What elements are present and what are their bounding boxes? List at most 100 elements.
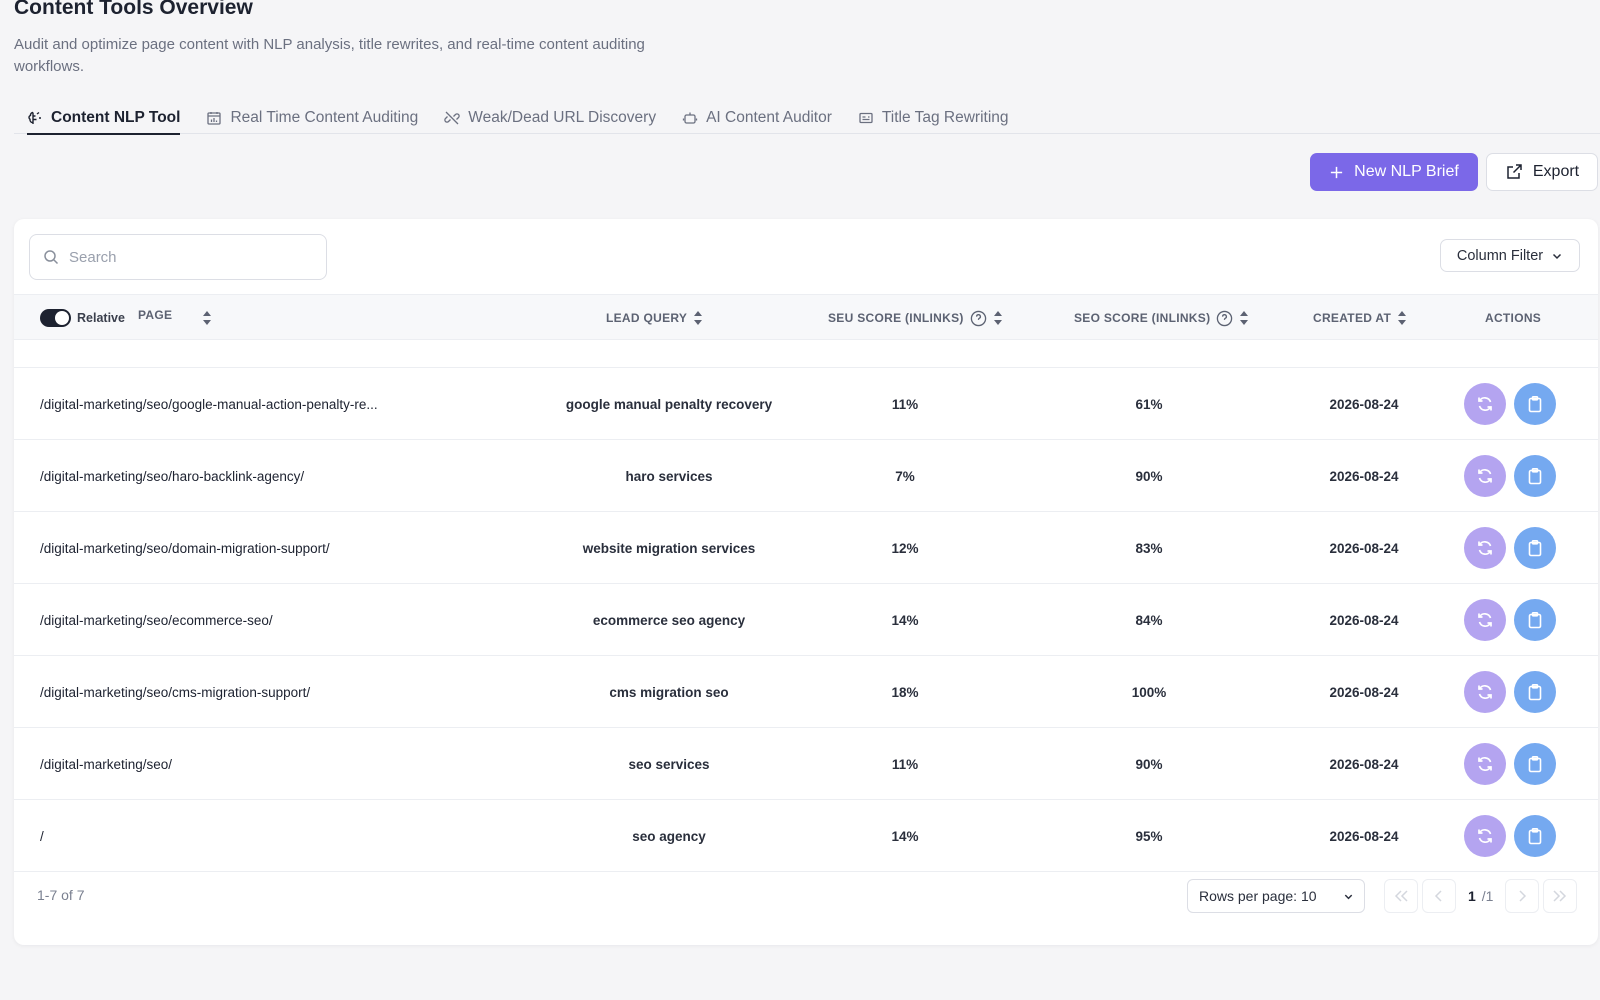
sort-icon[interactable]: [693, 310, 703, 326]
page-path-cell[interactable]: /: [40, 800, 430, 872]
tab-label: Content NLP Tool: [51, 109, 181, 126]
sort-icon[interactable]: [202, 310, 212, 326]
refresh-icon: [1478, 685, 1492, 699]
table-row: /digital-marketing/seo/domain-migration-…: [14, 512, 1598, 584]
refresh-button[interactable]: [1464, 455, 1506, 497]
search-input[interactable]: [69, 248, 299, 266]
page-subtitle: Audit and optimize page content with NLP…: [14, 36, 645, 75]
lead-query-cell: website migration services: [582, 540, 756, 556]
clipboard-icon: [1528, 683, 1542, 701]
previous-page-button[interactable]: [1422, 879, 1456, 913]
column-header-seo-score[interactable]: SEO SCORE (INLINKS): [1074, 295, 1249, 341]
tag-card-icon: [859, 112, 873, 124]
next-page-button[interactable]: [1505, 879, 1540, 913]
refresh-button[interactable]: [1464, 599, 1506, 641]
chevron-right-icon: [1519, 890, 1527, 902]
page-path-cell[interactable]: /digital-marketing/seo/ecommerce-seo/: [40, 584, 430, 656]
last-page-button[interactable]: [1543, 879, 1578, 913]
column-header-page-label: PAGE: [138, 308, 173, 322]
actions-cell: [1464, 512, 1564, 584]
clipboard-button[interactable]: [1514, 743, 1556, 785]
first-page-button[interactable]: [1384, 879, 1418, 913]
refresh-icon: [1478, 757, 1492, 771]
seo-score-cell: 61%: [1135, 396, 1163, 412]
actions-cell: [1464, 656, 1564, 728]
broken-link-icon: [444, 111, 460, 125]
clipboard-icon: [1528, 611, 1542, 629]
refresh-button[interactable]: [1464, 527, 1506, 569]
tab-real-time-content-auditing[interactable]: Real Time Content Auditing: [193, 96, 431, 134]
column-header-page[interactable]: PAGE: [138, 292, 172, 338]
sort-icon[interactable]: [993, 310, 1003, 326]
table-header: Relative PAGE LEAD QUERY SEU SCORE (INLI…: [14, 294, 1598, 340]
column-header-lead-query[interactable]: LEAD QUERY: [606, 295, 703, 341]
refresh-button[interactable]: [1464, 383, 1506, 425]
table-row: /digital-marketing/seo/cms-migration-sup…: [14, 656, 1598, 728]
page-path-cell[interactable]: /digital-marketing/seo/: [40, 728, 430, 800]
created-at-cell: 2026-08-24: [1329, 396, 1399, 412]
clipboard-icon: [1528, 755, 1542, 773]
refresh-button[interactable]: [1464, 671, 1506, 713]
chevron-down-icon: [1344, 894, 1353, 899]
clipboard-button[interactable]: [1514, 599, 1556, 641]
clipboard-button[interactable]: [1514, 455, 1556, 497]
double-chevron-left-icon: [1394, 890, 1408, 902]
page-path-cell[interactable]: /digital-marketing/seo/cms-migration-sup…: [40, 656, 430, 728]
rows-per-page-select[interactable]: Rows per page: 10: [1187, 879, 1365, 913]
tab-label: Real Time Content Auditing: [230, 109, 419, 126]
tab-content-nlp-tool[interactable]: Content NLP Tool: [14, 96, 193, 135]
lead-query-cell: google manual penalty recovery: [565, 396, 773, 412]
refresh-icon: [1478, 829, 1492, 843]
relative-toggle[interactable]: [40, 309, 71, 327]
created-at-cell: 2026-08-24: [1329, 468, 1399, 484]
lead-query-cell: seo services: [628, 756, 710, 772]
clipboard-button[interactable]: [1514, 527, 1556, 569]
pagination: 1 /1: [1384, 879, 1578, 913]
actions-cell: [1464, 800, 1564, 872]
robot-icon: [682, 112, 698, 124]
refresh-icon: [1478, 469, 1492, 483]
search-box[interactable]: [29, 234, 327, 280]
help-circle-icon[interactable]: [1216, 310, 1233, 327]
total-pages: /1: [1481, 888, 1494, 904]
column-header-seu-score[interactable]: SEU SCORE (INLINKS): [828, 295, 1003, 341]
tab-title-tag-rewriting[interactable]: Title Tag Rewriting: [845, 96, 1022, 134]
brain-icon: [28, 111, 41, 124]
clipboard-icon: [1528, 467, 1542, 485]
pagination-count: 1-7 of 7: [37, 887, 85, 903]
created-at-cell: 2026-08-24: [1329, 612, 1399, 628]
clipboard-button[interactable]: [1514, 383, 1556, 425]
created-at-cell: 2026-08-24: [1329, 756, 1399, 772]
page-path-cell[interactable]: /digital-marketing/seo/google-manual-act…: [40, 368, 430, 440]
column-filter-button[interactable]: Column Filter: [1440, 239, 1580, 272]
tab-label: AI Content Auditor: [706, 109, 832, 126]
actions-cell: [1464, 728, 1564, 800]
clipboard-icon: [1528, 395, 1542, 413]
refresh-button[interactable]: [1464, 743, 1506, 785]
page-path-cell[interactable]: /digital-marketing/seo/domain-migration-…: [40, 512, 430, 584]
table-card: Column Filter Relative PAGE LEAD QUERY S…: [14, 219, 1598, 945]
search-icon: [44, 250, 59, 265]
tab-weak-dead-url-discovery[interactable]: Weak/Dead URL Discovery: [431, 96, 669, 134]
clipboard-icon: [1528, 539, 1542, 557]
created-at-cell: 2026-08-24: [1329, 684, 1399, 700]
column-header-seu-score-label: SEU SCORE (INLINKS): [828, 311, 964, 325]
tab-label: Title Tag Rewriting: [881, 109, 1009, 126]
new-nlp-brief-button[interactable]: New NLP Brief: [1310, 153, 1478, 191]
page-path-cell[interactable]: /digital-marketing/seo/haro-backlink-age…: [40, 440, 430, 512]
clipboard-button[interactable]: [1514, 671, 1556, 713]
sort-icon[interactable]: [1397, 310, 1407, 326]
refresh-button[interactable]: [1464, 815, 1506, 857]
relative-toggle-group: Relative: [40, 295, 125, 341]
table-row: / seo agency 14% 95% 2026-08-24: [14, 800, 1598, 872]
seu-score-cell: 12%: [891, 540, 919, 556]
sort-icon[interactable]: [1239, 310, 1249, 326]
clipboard-button[interactable]: [1514, 815, 1556, 857]
column-header-created-at[interactable]: CREATED AT: [1313, 295, 1407, 341]
seu-score-cell: 14%: [891, 612, 919, 628]
tab-ai-content-auditor[interactable]: AI Content Auditor: [669, 96, 845, 134]
help-circle-icon[interactable]: [970, 310, 987, 327]
chevron-down-icon: [1553, 253, 1562, 259]
lead-query-cell: seo agency: [632, 828, 706, 844]
export-button[interactable]: Export: [1486, 153, 1598, 191]
